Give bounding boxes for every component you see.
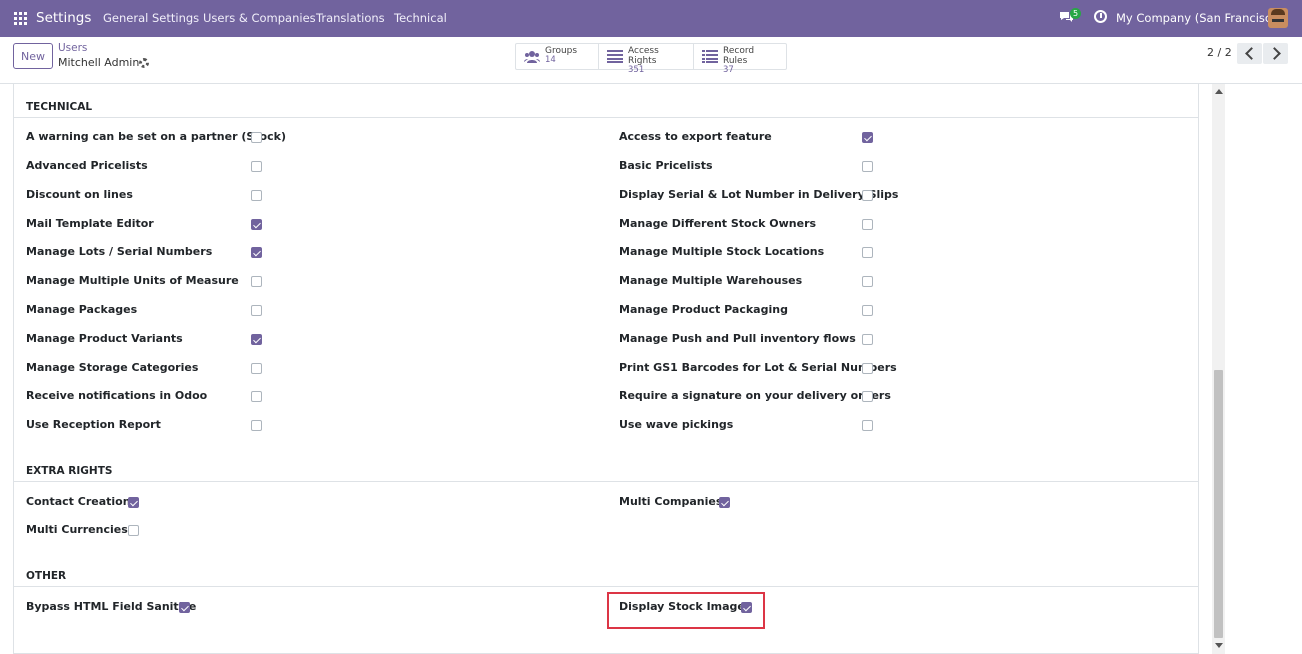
field-label: Manage Packages [26, 303, 138, 316]
access-rights-stat-button[interactable]: Access Rights 351 [599, 44, 694, 75]
field-label: Use Reception Report [26, 418, 161, 431]
field-label: Use wave pickings [619, 418, 734, 431]
field-label: Advanced Pricelists [26, 159, 148, 172]
field-label: Manage Storage Categories [26, 361, 199, 374]
section-title-other: OTHER [26, 570, 67, 582]
menu-technical[interactable]: Technical [394, 11, 447, 25]
groups-count: 14 [545, 55, 556, 65]
field-label: Access to export feature [619, 130, 772, 143]
access-rights-label: Access Rights [628, 46, 659, 66]
company-switcher[interactable]: My Company (San Francisco) [1116, 11, 1283, 25]
checkbox-lots-serial-numbers[interactable] [251, 247, 262, 258]
highlight-box [607, 592, 765, 629]
users-icon [524, 51, 540, 63]
breadcrumb-users[interactable]: Users [58, 42, 87, 54]
app-name[interactable]: Settings [36, 10, 91, 26]
section-title-technical: TECHNICAL [26, 101, 93, 113]
checkbox-contact-creation[interactable] [128, 497, 139, 508]
checkbox-warning-partner[interactable] [251, 132, 262, 143]
checkbox-multiple-warehouses[interactable] [862, 276, 873, 287]
checkbox-advanced-pricelists[interactable] [251, 161, 262, 172]
checkbox-stock-locations[interactable] [862, 247, 873, 258]
checkbox-basic-pricelists[interactable] [862, 161, 873, 172]
field-label: Contact Creation [26, 495, 131, 508]
apps-menu-icon[interactable] [14, 12, 27, 25]
field-label: Manage Multiple Stock Locations [619, 245, 825, 258]
pager-value[interactable]: 2 / 2 [1207, 46, 1232, 59]
menu-translations[interactable]: Translations [316, 11, 385, 25]
record-rules-label: Record Rules [723, 46, 755, 66]
field-label: Manage Multiple Units of Measure [26, 274, 239, 287]
scroll-up-arrow-icon[interactable] [1215, 89, 1223, 94]
pager-next-button[interactable] [1263, 43, 1288, 64]
vertical-scrollbar[interactable] [1212, 84, 1225, 654]
section-title-extra-rights: EXTRA RIGHTS [26, 465, 113, 477]
top-navbar: Settings General Settings Users & Compan… [0, 0, 1302, 37]
gear-icon[interactable] [139, 58, 149, 68]
field-label: Mail Template Editor [26, 217, 154, 230]
field-label: Basic Pricelists [619, 159, 713, 172]
checkbox-gs1-barcodes[interactable] [862, 363, 873, 374]
checkbox-export-feature[interactable] [862, 132, 873, 143]
scrollbar-thumb[interactable] [1214, 370, 1223, 638]
section-divider [13, 586, 1198, 587]
menu-users-companies[interactable]: Users & Companies [203, 11, 316, 25]
field-label: Manage Product Variants [26, 332, 183, 345]
clock-icon[interactable] [1094, 10, 1107, 23]
access-rights-count: 351 [628, 65, 645, 75]
checkbox-reception-report[interactable] [251, 420, 262, 431]
groups-stat-button[interactable]: Groups 14 [516, 44, 599, 69]
field-label: Manage Product Packaging [619, 303, 788, 316]
section-divider [13, 481, 1198, 482]
list-icon [607, 50, 623, 63]
record-rules-stat-button[interactable]: Record Rules 37 [694, 44, 786, 75]
checkbox-product-variants[interactable] [251, 334, 262, 345]
field-label: Manage Lots / Serial Numbers [26, 245, 213, 258]
field-label: Print GS1 Barcodes for Lot & Serial Numb… [619, 361, 897, 374]
menu-general-settings[interactable]: General Settings [103, 11, 199, 25]
pager-previous-button[interactable] [1237, 43, 1262, 64]
checkbox-delivery-signature[interactable] [862, 391, 873, 402]
new-button[interactable]: New [13, 43, 53, 69]
field-label: Display Serial & Lot Number in Delivery … [619, 188, 899, 201]
field-label: Manage Multiple Warehouses [619, 274, 803, 287]
field-label: Discount on lines [26, 188, 133, 201]
checkbox-bypass-html-sanitize[interactable] [179, 602, 190, 613]
field-label: Manage Push and Pull inventory flows [619, 332, 856, 345]
field-label: Multi Currencies [26, 523, 128, 536]
field-label: Bypass HTML Field Sanitize [26, 600, 197, 613]
field-label: Receive notifications in Odoo [26, 389, 208, 402]
checkbox-mail-template-editor[interactable] [251, 219, 262, 230]
checkbox-units-of-measure[interactable] [251, 276, 262, 287]
field-label: Require a signature on your delivery ord… [619, 389, 891, 402]
checkbox-multi-companies[interactable] [719, 497, 730, 508]
section-divider [13, 117, 1198, 118]
scroll-down-arrow-icon[interactable] [1215, 643, 1223, 648]
user-avatar[interactable] [1268, 8, 1288, 28]
checkbox-serial-lot-delivery[interactable] [862, 190, 873, 201]
checkbox-storage-categories[interactable] [251, 363, 262, 374]
field-label: A warning can be set on a partner (Stock… [26, 130, 286, 143]
list-icon [702, 50, 718, 63]
checkbox-multi-currencies[interactable] [128, 525, 139, 536]
field-label: Multi Companies [619, 495, 723, 508]
field-label: Manage Different Stock Owners [619, 217, 817, 230]
checkbox-manage-packages[interactable] [251, 305, 262, 316]
checkbox-push-pull-flows[interactable] [862, 334, 873, 345]
checkbox-wave-pickings[interactable] [862, 420, 873, 431]
chat-count-badge: 5 [1070, 8, 1082, 19]
checkbox-product-packaging[interactable] [862, 305, 873, 316]
breadcrumb-current: Mitchell Admin [58, 56, 140, 69]
checkbox-notifications-odoo[interactable] [251, 391, 262, 402]
record-rules-count: 37 [723, 65, 734, 75]
checkbox-discount-on-lines[interactable] [251, 190, 262, 201]
smart-buttons: Groups 14 Access Rights 351 Record Rules… [515, 43, 787, 75]
control-panel: New Users Mitchell Admin Groups 14 Acces… [0, 37, 1302, 84]
checkbox-stock-owners[interactable] [862, 219, 873, 230]
